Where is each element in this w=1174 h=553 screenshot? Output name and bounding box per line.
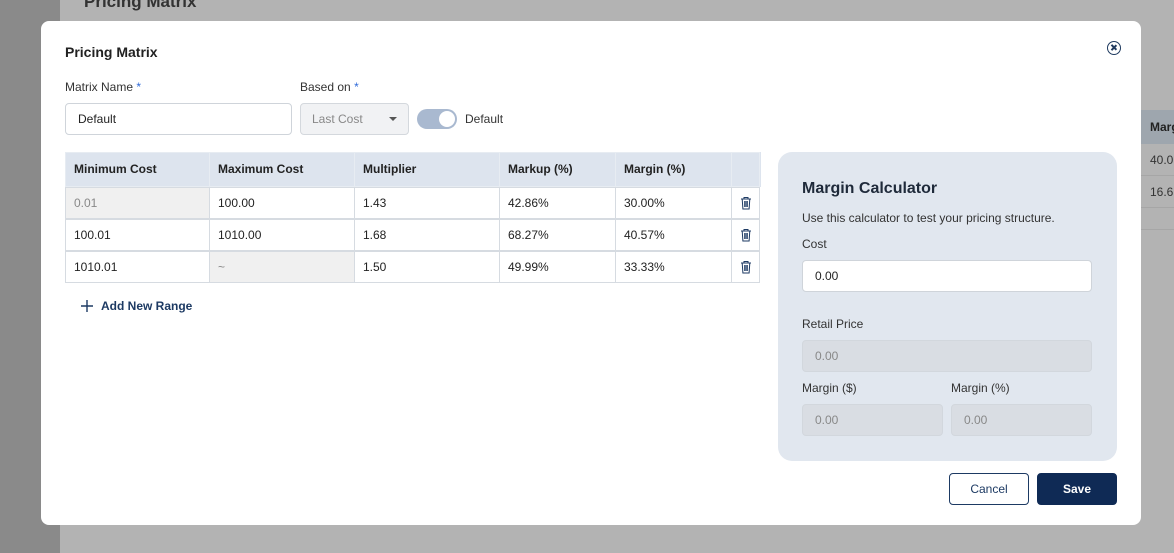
multiplier-input[interactable]: 1.43 (354, 187, 500, 219)
table-row: 1010.01 ~ 1.50 49.99% 33.33% (65, 251, 761, 283)
default-toggle-label: Default (465, 112, 504, 126)
background-page-title: Pricing Matrix (84, 0, 197, 11)
column-header: Minimum Cost (65, 152, 210, 187)
margin-percent-field: 0.00 (951, 404, 1092, 436)
retail-price-label: Retail Price (802, 317, 864, 331)
trash-icon (741, 261, 751, 274)
multiplier-input[interactable]: 1.50 (354, 251, 500, 283)
based-on-label: Based on * (300, 80, 359, 94)
save-button[interactable]: Save (1037, 473, 1117, 505)
markup-input[interactable]: 68.27% (499, 219, 616, 251)
column-header-actions (731, 152, 760, 187)
based-on-select[interactable]: Last Cost (300, 103, 409, 135)
calculator-title: Margin Calculator (802, 180, 938, 197)
required-mark: * (354, 80, 359, 94)
matrix-name-input[interactable]: Default (65, 103, 292, 135)
add-new-range-label: Add New Range (101, 299, 193, 313)
column-header: Markup (%) (499, 152, 616, 187)
table-row: 0.01 100.00 1.43 42.86% 30.00% (65, 187, 761, 219)
markup-input[interactable]: 42.86% (499, 187, 616, 219)
cost-input[interactable]: 0.00 (802, 260, 1092, 292)
plus-icon (81, 300, 93, 312)
retail-price-field: 0.00 (802, 340, 1092, 372)
close-icon[interactable] (1107, 41, 1121, 55)
required-mark: * (136, 80, 142, 94)
margin-input[interactable]: 40.57% (615, 219, 732, 251)
minimum-cost-cell: 0.01 (65, 187, 210, 219)
minimum-cost-input[interactable]: 1010.01 (65, 251, 210, 283)
calculator-description: Use this calculator to test your pricing… (802, 211, 1055, 225)
delete-row-button[interactable] (731, 251, 760, 283)
margin-percent-label: Margin (%) (951, 381, 1010, 395)
margin-input[interactable]: 30.00% (615, 187, 732, 219)
table-header-row: Minimum Cost Maximum Cost Multiplier Mar… (65, 152, 761, 187)
based-on-value: Last Cost (312, 112, 363, 126)
margin-dollar-label: Margin ($) (802, 381, 857, 395)
maximum-cost-cell: ~ (209, 251, 355, 283)
chevron-down-icon (389, 117, 397, 121)
trash-icon (741, 197, 751, 210)
pricing-matrix-modal: Pricing Matrix Matrix Name * Default Bas… (41, 21, 1141, 525)
cost-label: Cost (802, 237, 827, 251)
margin-calculator-panel: Margin Calculator Use this calculator to… (778, 152, 1117, 461)
margin-dollar-field: 0.00 (802, 404, 943, 436)
column-header: Margin (%) (615, 152, 732, 187)
minimum-cost-input[interactable]: 100.01 (65, 219, 210, 251)
column-header: Maximum Cost (209, 152, 355, 187)
delete-row-button[interactable] (731, 187, 760, 219)
pricing-matrix-table: Minimum Cost Maximum Cost Multiplier Mar… (65, 152, 761, 283)
margin-input[interactable]: 33.33% (615, 251, 732, 283)
multiplier-input[interactable]: 1.68 (354, 219, 500, 251)
matrix-name-label: Matrix Name * (65, 80, 142, 94)
modal-title: Pricing Matrix (65, 44, 158, 60)
trash-icon (741, 229, 751, 242)
cancel-button[interactable]: Cancel (949, 473, 1029, 505)
delete-row-button[interactable] (731, 219, 760, 251)
maximum-cost-input[interactable]: 100.00 (209, 187, 355, 219)
toggle-knob (439, 111, 455, 127)
maximum-cost-input[interactable]: 1010.00 (209, 219, 355, 251)
table-row: 100.01 1010.00 1.68 68.27% 40.57% (65, 219, 761, 251)
column-header: Multiplier (354, 152, 500, 187)
markup-input[interactable]: 49.99% (499, 251, 616, 283)
default-toggle[interactable] (417, 109, 457, 129)
